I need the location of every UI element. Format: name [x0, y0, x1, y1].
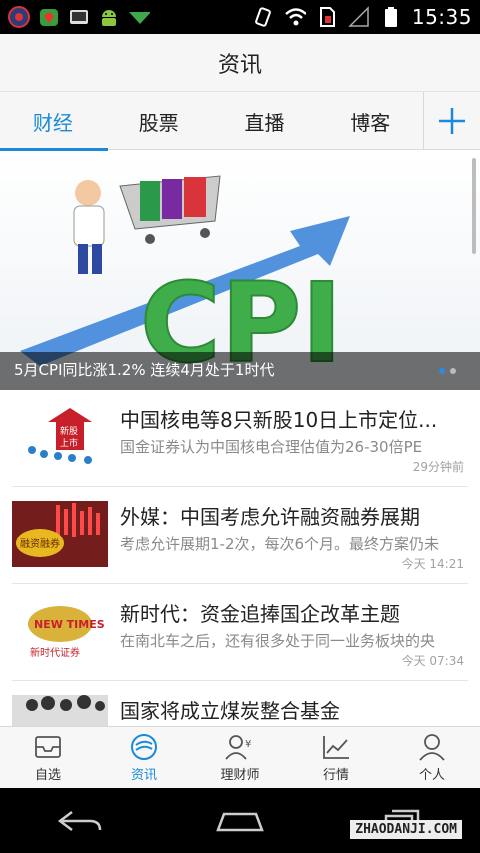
no-sim-icon [316, 6, 338, 28]
news-time: 今天 07:34 [401, 654, 464, 668]
news-item[interactable]: 新股 上市 中国核电等8只新股10日上市定位... 国金证券认为中国核电合理估值… [12, 390, 468, 487]
news-time: 29分钟前 [412, 460, 464, 474]
nav-advisor[interactable]: ¥ 理财师 [192, 727, 288, 789]
nav-label: 行情 [322, 768, 349, 783]
nav-label: 个人 [418, 768, 445, 783]
tab-live[interactable]: 直播 [212, 92, 318, 150]
bottom-nav: 自选 资讯 ¥ 理财师 行情 个人 [0, 726, 480, 788]
news-summary: 在南北车之后，还有很多处于同一业务板块的央 [120, 632, 436, 650]
clock: 15:35 [411, 5, 472, 29]
news-thumbnail: NEW TIMES 新时代证券 [12, 598, 108, 664]
signal-icon [348, 6, 370, 28]
nav-label: 自选 [34, 768, 61, 783]
status-right: 15:35 [252, 5, 472, 29]
nav-market[interactable]: 行情 [288, 727, 384, 789]
news-title: 中国核电等8只新股10日上市定位... [120, 408, 438, 432]
tab-finance[interactable]: 财经 [0, 92, 108, 151]
nav-label: 理财师 [220, 768, 260, 783]
screen: 15:35 资讯 财经 股票 直播 博客 CPI 5月CPI同比涨1.2% 连续… [0, 0, 480, 853]
status-bar: 15:35 [0, 0, 480, 34]
news-title: 新时代：资金追捧国企改革主题 [120, 602, 400, 626]
news-summary: 国金证券认为中国核电合理估值为26-30倍PE [120, 438, 423, 456]
carousel-dots [439, 368, 456, 374]
thumb-text: NEW TIMES [34, 618, 105, 631]
advisor-icon: ¥ [225, 735, 251, 760]
thumb-text: 上市 [60, 437, 78, 449]
screen-app-icon [68, 6, 90, 28]
nav-profile[interactable]: 个人 [384, 727, 480, 789]
news-time: 今天 14:21 [401, 557, 464, 571]
news-item[interactable]: NEW TIMES 新时代证券 新时代：资金追捧国企改革主题 在南北车之后，还有… [12, 584, 468, 681]
plus-icon [439, 108, 466, 134]
news-title: 国家将成立煤炭整合基金 [120, 699, 340, 723]
nav-label: 资讯 [130, 768, 157, 783]
banner-carousel[interactable]: CPI 5月CPI同比涨1.2% 连续4月处于1时代 [0, 151, 480, 390]
page-title: 资讯 [217, 52, 262, 78]
download-arrow-icon [128, 6, 150, 28]
tab-bar: 财经 股票 直播 博客 [0, 92, 480, 151]
wifi-icon [284, 6, 306, 28]
news-list: 新股 上市 中国核电等8只新股10日上市定位... 国金证券认为中国核电合理估值… [0, 390, 480, 778]
news-item[interactable]: 融资融券 外媒：中国考虑允许融资融券展期 考虑允许展期1-2次，每次6个月。最终… [12, 487, 468, 584]
news-summary: 考虑允许展期1-2次，每次6个月。最终方案仍未 [120, 535, 440, 553]
title-bar: 资讯 [0, 34, 480, 92]
thumb-text: 融资融券 [20, 537, 60, 550]
news-icon [131, 734, 157, 760]
thumb-text: 新时代证券 [30, 646, 80, 659]
status-left [8, 6, 150, 28]
home-icon[interactable] [212, 806, 268, 836]
news-thumbnail: 新股 上市 [12, 404, 108, 470]
tab-stocks[interactable]: 股票 [106, 92, 212, 150]
battery-icon [380, 6, 402, 28]
thumb-text: 新股 [60, 425, 78, 437]
scrollbar[interactable] [472, 158, 476, 254]
person-icon [419, 734, 445, 761]
inbox-icon [35, 736, 61, 758]
tab-blog[interactable]: 博客 [317, 92, 423, 150]
carousel-dot-active [439, 368, 445, 374]
svg-text:¥: ¥ [245, 739, 251, 750]
back-icon[interactable] [54, 806, 104, 836]
add-tab-button[interactable] [423, 92, 480, 150]
banner-caption: 5月CPI同比涨1.2% 连续4月处于1时代 [14, 361, 275, 379]
news-thumbnail: 融资融券 [12, 501, 108, 567]
nav-watchlist[interactable]: 自选 [0, 727, 96, 789]
market-chart-icon [323, 736, 349, 759]
watermark: ZHAODANJI.COM [350, 820, 462, 839]
shield-app-icon [38, 6, 60, 28]
record-icon [8, 6, 30, 28]
carousel-dot [450, 368, 456, 374]
news-title: 外媒：中国考虑允许融资融券展期 [120, 505, 420, 529]
vibrate-icon [252, 6, 274, 28]
nav-news[interactable]: 资讯 [96, 727, 192, 789]
android-icon [98, 6, 120, 28]
